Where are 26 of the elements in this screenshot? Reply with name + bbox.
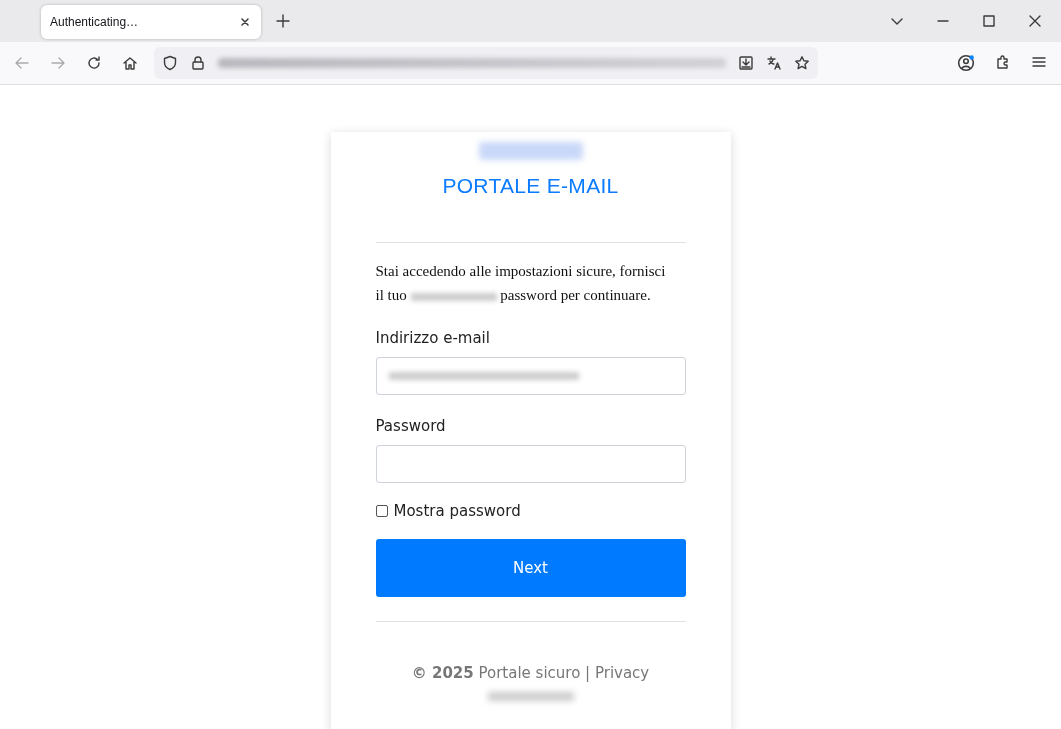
- maximize-button[interactable]: [981, 13, 997, 29]
- portal-title: PORTALE E-MAIL: [441, 174, 620, 198]
- next-button[interactable]: Next: [375, 539, 686, 597]
- intro-text: Stai accedendo alle impostazioni sicure, fornisci il tuo password per continuare.: [375, 262, 667, 305]
- translate-icon[interactable]: [766, 55, 782, 71]
- bookmark-star-icon[interactable]: [794, 55, 810, 71]
- checkbox[interactable]: [375, 505, 388, 517]
- account-icon[interactable]: [957, 54, 975, 72]
- close-button[interactable]: [1027, 13, 1043, 29]
- menu-button[interactable]: [1031, 54, 1047, 70]
- reload-button[interactable]: [86, 55, 102, 71]
- close-tab-icon[interactable]: [239, 16, 251, 28]
- shield-icon[interactable]: [162, 55, 178, 71]
- privacy-link[interactable]: Privacy: [594, 664, 650, 682]
- field-label: Indirizzo e-mail: [375, 329, 491, 347]
- new-tab-button[interactable]: [275, 13, 291, 29]
- footer-text: © 2025 Portale sicuro | Privacy: [410, 664, 651, 682]
- email-field[interactable]: [375, 357, 686, 395]
- download-icon[interactable]: [738, 55, 754, 71]
- lock-icon[interactable]: [190, 55, 206, 71]
- home-button[interactable]: [122, 55, 138, 71]
- browser-tab[interactable]: Authenticating…: [41, 5, 261, 39]
- extensions-icon[interactable]: [995, 54, 1011, 70]
- field-label: Password: [375, 417, 447, 435]
- password-field[interactable]: [375, 445, 686, 483]
- checkbox-label: Mostra password: [393, 502, 521, 520]
